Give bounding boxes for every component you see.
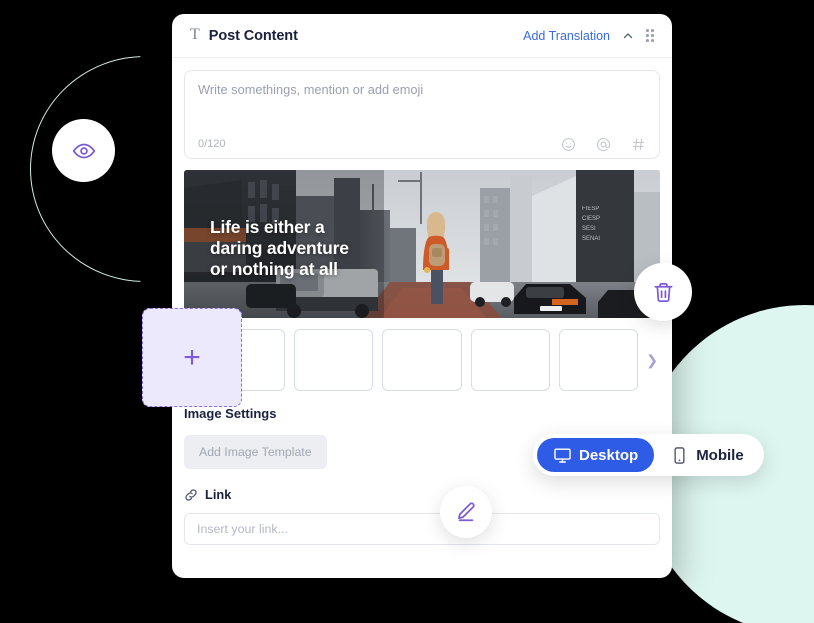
thumbnail-item[interactable] bbox=[294, 329, 374, 391]
eye-icon bbox=[72, 143, 95, 158]
add-image-template-button[interactable]: Add Image Template bbox=[184, 435, 327, 469]
edit-image-button[interactable] bbox=[440, 486, 492, 538]
composer-placeholder: Write somethings, mention or add emoji bbox=[198, 82, 424, 97]
device-option-mobile-label: Mobile bbox=[696, 446, 744, 464]
thumbnail-item[interactable] bbox=[470, 329, 550, 391]
card-header-right: Add Translation bbox=[523, 29, 654, 43]
link-icon bbox=[185, 488, 197, 501]
hashtag-icon[interactable] bbox=[631, 137, 646, 152]
link-label: Link bbox=[205, 487, 232, 502]
hero-image[interactable]: FIESP CIESP SESI SENAI Life is either a … bbox=[184, 170, 660, 318]
hero-quote-text: Life is either a daring adventure or not… bbox=[210, 217, 349, 279]
plus-icon: + bbox=[183, 340, 201, 374]
add-image-card[interactable]: + bbox=[142, 308, 242, 407]
post-composer[interactable]: Write somethings, mention or add emoji 0… bbox=[184, 70, 660, 159]
composer-wrapper: Write somethings, mention or add emoji 0… bbox=[172, 58, 672, 159]
page-title: Post Content bbox=[208, 27, 298, 44]
screenshot-root: T Post Content Add Translation Write som… bbox=[0, 0, 814, 623]
trash-icon bbox=[653, 282, 673, 302]
device-option-desktop-label: Desktop bbox=[579, 446, 639, 464]
composer-footer: 0/120 bbox=[198, 130, 646, 158]
device-option-desktop[interactable]: Desktop bbox=[537, 438, 655, 472]
monitor-icon bbox=[554, 447, 571, 463]
card-header: T Post Content Add Translation bbox=[172, 14, 672, 58]
link-row: Link bbox=[184, 487, 660, 502]
thumbnail-item[interactable] bbox=[382, 329, 462, 391]
post-content-card: T Post Content Add Translation Write som… bbox=[172, 14, 672, 578]
composer-icons bbox=[561, 137, 646, 152]
device-option-mobile[interactable]: Mobile bbox=[654, 438, 760, 472]
preview-eye-button[interactable] bbox=[52, 119, 115, 182]
text-format-icon: T bbox=[190, 26, 200, 43]
mention-icon[interactable] bbox=[596, 137, 611, 152]
chevron-up-icon[interactable] bbox=[622, 30, 634, 42]
image-settings-title: Image Settings bbox=[184, 406, 277, 421]
delete-image-button[interactable] bbox=[634, 263, 692, 321]
thumbnail-item[interactable] bbox=[558, 329, 639, 391]
card-header-left: T Post Content bbox=[190, 27, 523, 44]
thumbnail-carousel: ❮ ❯ bbox=[184, 324, 660, 396]
character-counter: 0/120 bbox=[198, 138, 226, 150]
device-preview-toggle: Desktop Mobile bbox=[533, 434, 764, 476]
phone-icon bbox=[674, 446, 685, 464]
drag-handle-icon[interactable] bbox=[646, 29, 654, 42]
link-input[interactable] bbox=[184, 513, 660, 545]
pencil-icon bbox=[458, 502, 475, 522]
emoji-icon[interactable] bbox=[561, 137, 576, 152]
chevron-right-icon[interactable]: ❯ bbox=[646, 353, 658, 367]
add-translation-link[interactable]: Add Translation bbox=[523, 29, 610, 43]
